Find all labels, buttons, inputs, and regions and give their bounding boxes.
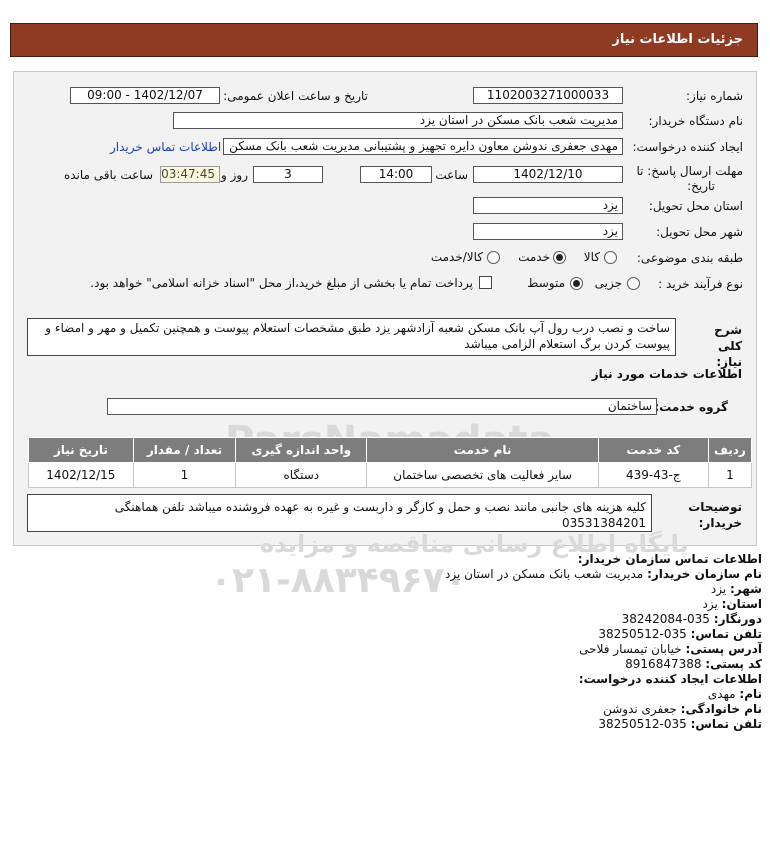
cell-date: 1402/12/15 — [28, 462, 134, 488]
deadline-label-date: تاریخ: — [687, 179, 715, 193]
deadline-date-field: 1402/12/10 — [473, 166, 623, 183]
contact-postal: کد پستی: 8916847388 — [625, 657, 762, 671]
province-label: استان محل تحویل: — [648, 199, 743, 213]
contact-phone: تلفن تماس: 035-38250512 — [598, 627, 762, 641]
process-label: نوع فرآیند خرید : — [658, 277, 743, 291]
services-section-title: اطلاعات خدمات مورد نیاز — [591, 367, 742, 381]
category-option-goods: کالا — [583, 250, 600, 264]
buyer-org-field: مدیریت شعب بانک مسکن در استان یزد — [173, 112, 623, 129]
province-field: یزد — [473, 197, 623, 214]
col-name: نام خدمت — [366, 437, 599, 463]
cell-unit: دستگاه — [235, 462, 368, 488]
col-date: تاریخ نیاز — [28, 437, 134, 463]
contact-org-title: اطلاعات تماس سازمان خریدار: — [577, 552, 762, 566]
watermark-phone: ۰۲۱-۸۸۳۴۹۶۷۰ — [210, 560, 467, 601]
col-code: کد خدمت — [597, 437, 709, 463]
cell-name: سایر فعالیت های تخصصی ساختمان — [366, 462, 599, 488]
buyer-notes-label-1: توضیحات — [688, 500, 742, 514]
deadline-time-label: ساعت — [435, 168, 468, 182]
page-header: جزئیات اطلاعات نیاز — [10, 23, 758, 57]
service-group-field: ساختمان — [107, 398, 657, 415]
creator-field: مهدی جعفری ندوشن معاون دایره تجهیز و پشت… — [223, 138, 623, 155]
summary-text: ساخت و نصب درب رول آپ بانک مسکن شعبه آزا… — [45, 321, 670, 351]
announce-label: تاریخ و ساعت اعلان عمومی: — [223, 89, 368, 103]
services-table-header: ردیف کد خدمت نام خدمت واحد اندازه گیری ت… — [28, 437, 753, 463]
contact-last-name: نام خانوادگی: جعفری ندوشن — [603, 702, 762, 716]
contact-creator-phone: تلفن تماس: 035-38250512 — [598, 717, 762, 731]
summary-label: شرح کلی نیاز: — [714, 323, 742, 369]
need-number-label: شماره نیاز: — [686, 89, 743, 103]
category-radio-goods[interactable] — [604, 251, 617, 264]
cell-row: 1 — [707, 462, 753, 488]
treasury-checkbox[interactable] — [479, 276, 492, 289]
col-qty: تعداد / مقدار — [132, 437, 237, 463]
services-table: ردیف کد خدمت نام خدمت واحد اندازه گیری ت… — [28, 437, 753, 488]
cell-code: ج-43-439 — [597, 462, 709, 488]
category-radio-goods-service[interactable] — [487, 251, 500, 264]
days-field: 3 — [253, 166, 323, 183]
page-title: جزئیات اطلاعات نیاز — [612, 32, 743, 47]
buyer-org-label: نام دستگاه خریدار: — [648, 114, 744, 128]
city-field: یزد — [473, 223, 623, 240]
buyer-notes-text-1: کلیه هزینه های جانبی مانند نصب و حمل و ک… — [114, 500, 646, 514]
contact-province: استان: یزد — [702, 597, 763, 611]
contact-first-name: نام: مهدی — [707, 687, 762, 701]
category-radio-service[interactable] — [553, 251, 566, 264]
col-row: ردیف — [707, 437, 753, 463]
category-option-goods-service: کالا/خدمت — [430, 250, 483, 264]
contact-address: آدرس پستی: خیابان تیمسار فلاحی — [579, 642, 762, 656]
contact-fax: دورنگار: 035-38242084 — [621, 612, 762, 626]
cell-qty: 1 — [132, 462, 237, 488]
remaining-time-label: ساعت باقی مانده — [63, 168, 153, 182]
process-radio-medium[interactable] — [570, 277, 583, 290]
deadline-label: مهلت ارسال پاسخ: تا — [636, 164, 743, 178]
contact-city: شهر: یزد — [710, 582, 762, 596]
category-label: طبقه بندی موضوعی: — [636, 251, 743, 265]
buyer-notes-label-2: خریدار: — [698, 516, 742, 530]
process-radio-minor[interactable] — [627, 277, 640, 290]
service-group-label: گروه خدمت: — [654, 400, 728, 414]
contact-org-name: نام سازمان خریدار: مدیریت شعب بانک مسکن … — [445, 567, 762, 581]
process-option-medium: متوسط — [527, 276, 565, 290]
buyer-contact-link[interactable]: اطلاعات تماس خریدار — [110, 140, 221, 154]
announce-field: 1402/12/07 - 09:00 — [70, 87, 220, 104]
city-label: شهر محل تحویل: — [656, 225, 743, 239]
treasury-note: پرداخت تمام یا بخشی از مبلغ خرید،از محل … — [90, 276, 473, 290]
buyer-notes-text-2: 03531384201 — [562, 516, 646, 530]
days-label: روز و — [221, 168, 248, 182]
col-unit: واحد اندازه گیری — [235, 437, 368, 463]
process-option-minor: جزیی — [594, 276, 622, 290]
deadline-time-field: 14:00 — [360, 166, 432, 183]
remaining-time-field: 03:47:45 — [160, 166, 220, 183]
table-row: 1 ج-43-439 سایر فعالیت های تخصصی ساختمان… — [28, 462, 753, 488]
category-option-service: خدمت — [518, 250, 550, 264]
need-number-field: 1102003271000033 — [473, 87, 623, 104]
creator-label: ایجاد کننده درخواست: — [632, 140, 743, 154]
contact-creator-title: اطلاعات ایجاد کننده درخواست: — [578, 672, 762, 686]
